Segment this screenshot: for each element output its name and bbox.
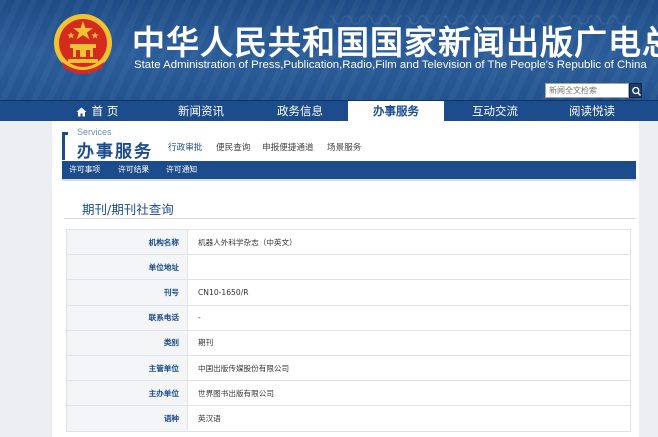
field-value: 机器人外科学杂志（中英文） — [187, 228, 631, 256]
journal-info-table: 机构名称 机器人外科学杂志（中英文） 单位地址 刊号 CN10-1650/R 联… — [66, 228, 631, 432]
subnav-license-notices[interactable]: 许可通知 — [166, 161, 197, 179]
national-emblem-icon — [54, 14, 112, 74]
home-icon — [76, 107, 87, 116]
table-row: 机构名称 机器人外科学杂志（中英文） — [66, 228, 631, 256]
main-nav: 首 页 新闻资讯 政务信息 办事服务 互动交流 阅读悦读 — [0, 100, 658, 122]
section-link-admin-approval[interactable]: 行政审批 — [168, 141, 202, 153]
field-value: 中国出版传媒股份有限公司 — [187, 354, 631, 382]
table-row: 刊号 CN10-1650/R — [66, 279, 631, 306]
site-title-english: State Administration of Press,Publicatio… — [134, 59, 647, 71]
nav-services[interactable]: 办事服务 — [348, 101, 444, 122]
subnav-license-results[interactable]: 许可结果 — [118, 161, 149, 179]
search-button[interactable] — [629, 83, 642, 98]
title-divider — [64, 218, 636, 219]
site-search — [545, 83, 642, 98]
search-icon — [632, 86, 642, 96]
table-row: 主办单位 世界图书出版有限公司 — [66, 380, 631, 407]
field-label: 单位地址 — [66, 254, 188, 281]
table-row: 类别 期刊 — [66, 329, 631, 356]
nav-government-info[interactable]: 政务信息 — [254, 101, 346, 122]
nav-home-label: 首 页 — [91, 104, 119, 118]
field-label: 刊号 — [66, 279, 188, 306]
field-value: CN10-1650/R — [187, 279, 631, 306]
field-label: 语种 — [66, 405, 188, 432]
field-value: - — [187, 304, 631, 331]
section-title-english: Services — [77, 127, 112, 137]
nav-interaction[interactable]: 互动交流 — [447, 101, 543, 122]
nav-news[interactable]: 新闻资讯 — [156, 101, 246, 122]
table-row: 语种 英汉语 — [66, 405, 631, 432]
section-link-scene-service[interactable]: 场景服务 — [327, 141, 361, 153]
section-link-public-query[interactable]: 便民查询 — [216, 141, 250, 153]
field-label: 联系电话 — [66, 304, 188, 331]
subnav-divider — [62, 179, 636, 181]
field-value: 英汉语 — [187, 405, 631, 432]
sub-nav: 许可事项 许可结果 许可通知 — [62, 161, 636, 179]
section-bracket — [62, 132, 68, 160]
field-value: 期刊 — [187, 329, 631, 356]
table-row: 主管单位 中国出版传媒股份有限公司 — [66, 354, 631, 382]
field-label: 主办单位 — [66, 380, 188, 407]
field-label: 机构名称 — [66, 228, 188, 256]
section-header: Services 办事服务 行政审批 便民查询 申报便捷通道 场景服务 — [52, 121, 639, 162]
search-input[interactable] — [545, 83, 629, 98]
field-label: 主管单位 — [66, 354, 188, 382]
table-row: 单位地址 — [66, 254, 631, 281]
nav-reading[interactable]: 阅读悦读 — [546, 101, 638, 122]
section-link-quick-declare[interactable]: 申报便捷通道 — [262, 141, 314, 153]
nav-home[interactable]: 首 页 — [52, 101, 142, 122]
field-value — [187, 254, 631, 281]
page-title: 期刊/期刊社查询 — [82, 202, 174, 217]
site-title: 中华人民共和国国家新闻出版广电总局 — [132, 23, 658, 62]
field-label: 类别 — [66, 329, 188, 356]
section-title: 办事服务 — [77, 142, 153, 162]
table-row: 联系电话 - — [66, 304, 631, 331]
content-panel: Services 办事服务 行政审批 便民查询 申报便捷通道 场景服务 许可事项… — [52, 121, 639, 437]
field-value: 世界图书出版有限公司 — [187, 380, 631, 407]
subnav-license-items[interactable]: 许可事项 — [69, 161, 100, 179]
site-banner: 〰〰〰〰〰〰〰〰 中华人民共和国国家新闻出版广电总局 State Adminis… — [0, 0, 658, 100]
